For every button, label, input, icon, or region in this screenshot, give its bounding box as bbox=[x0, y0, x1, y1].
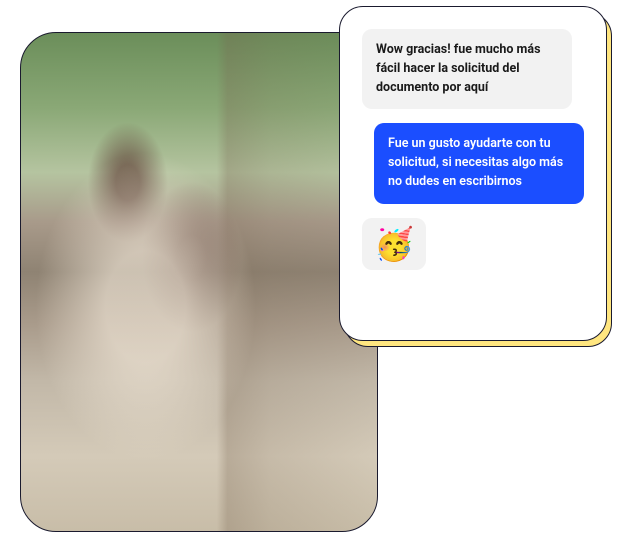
chat-message-received: Wow gracias! fue mucho más fácil hacer l… bbox=[362, 29, 572, 109]
chat-message-sent: Fue un gusto ayudarte con tu solicitud, … bbox=[374, 123, 584, 203]
hero-photo bbox=[20, 32, 378, 532]
chat-message-emoji: 🥳 bbox=[362, 218, 426, 270]
chat-card: Wow gracias! fue mucho más fácil hacer l… bbox=[339, 6, 607, 341]
